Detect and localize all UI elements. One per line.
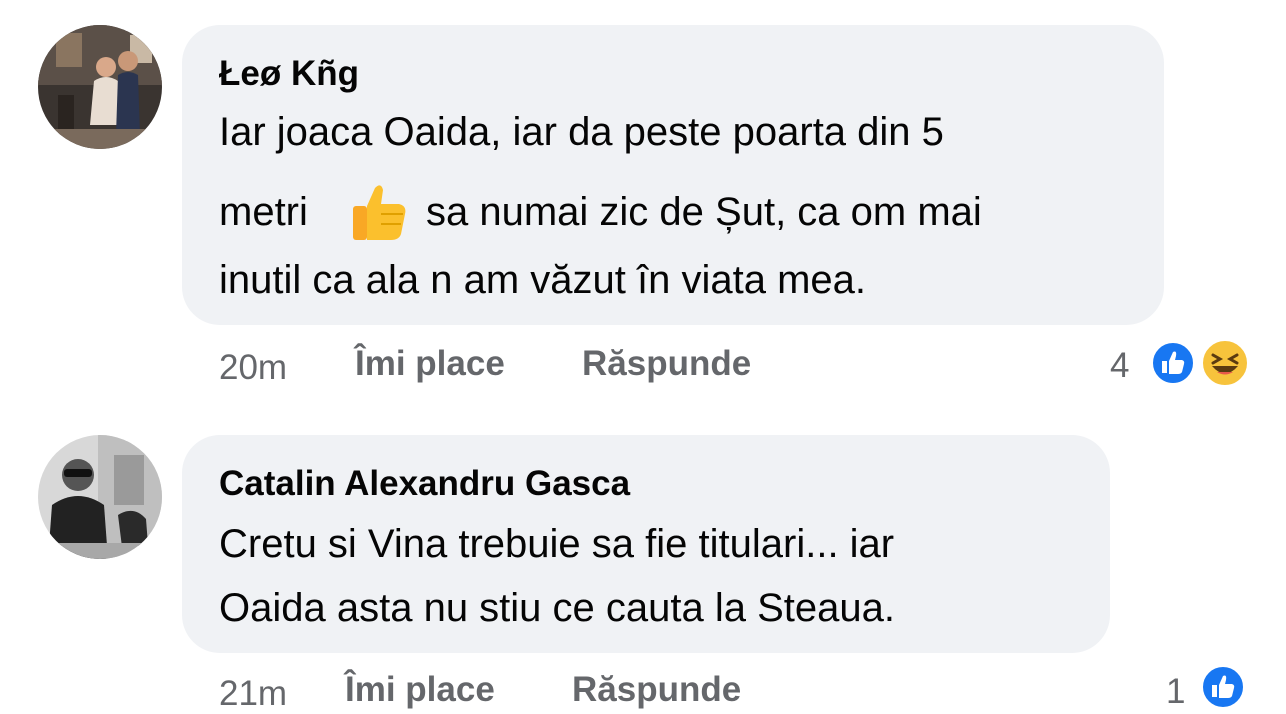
like-button[interactable]: Îmi place — [355, 344, 505, 384]
thumbs-up-emoji — [345, 178, 411, 244]
comment-2: Catalin Alexandru Gasca Cretu si Vina tr… — [0, 410, 1286, 713]
avatar[interactable] — [38, 25, 162, 149]
like-button[interactable]: Îmi place — [345, 670, 495, 710]
comment-text-line: Iar joaca Oaida, iar da peste poarta din… — [219, 110, 944, 154]
reaction-count[interactable]: 1 — [1166, 672, 1185, 712]
reply-button[interactable]: Răspunde — [582, 344, 751, 384]
comment-text-line: metri — [219, 190, 308, 234]
like-icon — [1200, 664, 1246, 710]
comment-text-line: Cretu si Vina trebuie sa fie titulari...… — [219, 522, 895, 566]
comment-author[interactable]: Łeø Kñg — [219, 54, 359, 94]
comment-timestamp[interactable]: 21m — [219, 674, 287, 714]
reply-button[interactable]: Răspunde — [572, 670, 741, 710]
comment-text-line: inutil ca ala n am văzut în viata mea. — [219, 258, 866, 302]
reaction-count[interactable]: 4 — [1110, 346, 1129, 386]
comment-1: Łeø Kñg Iar joaca Oaida, iar da peste po… — [0, 0, 1286, 410]
comment-text-line: Oaida asta nu stiu ce cauta la Steaua. — [219, 586, 895, 630]
haha-icon — [1200, 338, 1250, 388]
avatar-photo — [38, 435, 162, 559]
comment-text-line: sa numai zic de Șut, ca om mai — [426, 190, 982, 234]
like-icon — [1150, 340, 1196, 386]
avatar[interactable] — [38, 435, 162, 559]
comment-timestamp[interactable]: 20m — [219, 348, 287, 388]
avatar-photo — [38, 25, 162, 149]
comment-author[interactable]: Catalin Alexandru Gasca — [219, 464, 630, 504]
